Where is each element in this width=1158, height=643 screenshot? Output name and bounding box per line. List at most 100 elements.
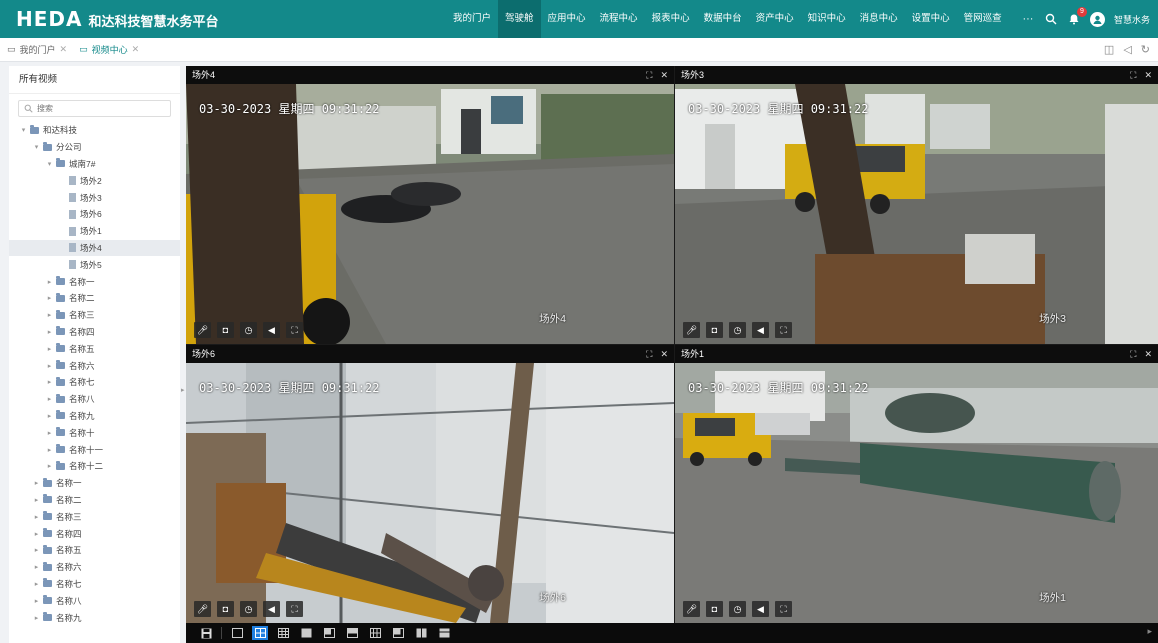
chevron-right-icon[interactable]: ▸ <box>32 597 41 605</box>
chevron-right-icon[interactable]: ▸ <box>45 429 54 437</box>
layout-2x2-icon[interactable] <box>252 626 268 640</box>
chevron-right-icon[interactable]: ▸ <box>32 530 41 538</box>
chevron-right-icon[interactable]: ▸ <box>32 614 41 622</box>
video-pane[interactable]: 场外4 ⛶ ✕ 03-30-2023 星期四 09:31:22 场外4 🎤︎ ◘… <box>186 66 674 344</box>
tree-item-folder[interactable]: ▸ 名称七 <box>9 576 180 593</box>
chevron-right-icon[interactable]: ▸ <box>45 345 54 353</box>
layout-3x3-icon[interactable] <box>275 626 291 640</box>
layout-1x1-icon[interactable] <box>229 626 245 640</box>
snapshot-icon[interactable]: ◘ <box>706 322 723 338</box>
nav-item[interactable]: 消息中心 <box>853 0 905 38</box>
layout-strip-icon[interactable] <box>436 626 452 640</box>
chevron-right-icon[interactable]: ▸ <box>45 378 54 386</box>
chevron-right-icon[interactable]: ▸ <box>45 328 54 336</box>
search-input[interactable] <box>37 104 167 113</box>
fullscreen-icon[interactable]: ⛶ <box>775 322 792 338</box>
tree-item-folder[interactable]: ▸ 名称十一 <box>9 441 180 458</box>
layout-icon[interactable]: ◫ <box>1104 43 1114 56</box>
layout-1plus7-icon[interactable] <box>344 626 360 640</box>
video-pane[interactable]: 场外3 ⛶ ✕ 03-30-2023 星期四 09:31:22 场外3 🎤︎ ◘… <box>675 66 1158 344</box>
video-pane[interactable]: 场外6 ⛶ ✕ 03-30-2023 星期四 09:31:22 场外6 🎤︎ ◘… <box>186 345 674 623</box>
chevron-right-icon[interactable]: ▸ <box>45 311 54 319</box>
chevron-right-icon[interactable]: ▸ <box>32 496 41 504</box>
tree-item-folder[interactable]: ▸ 名称五 <box>9 542 180 559</box>
volume-icon[interactable]: ◀︎ <box>263 601 280 617</box>
fullscreen-icon[interactable]: ⛶ <box>1130 345 1136 363</box>
tree-item-folder[interactable]: ▸ 名称一 <box>9 273 180 290</box>
tree-item-folder[interactable]: ▸ 名称六 <box>9 357 180 374</box>
tree-item-folder[interactable]: ▾ 城南7# <box>9 156 180 173</box>
tree-item-folder[interactable]: ▸ 名称一 <box>9 475 180 492</box>
avatar[interactable] <box>1089 11 1105 27</box>
chevron-right-icon[interactable]: ▸ <box>32 563 41 571</box>
chevron-right-icon[interactable]: ▸ <box>32 546 41 554</box>
volume-icon[interactable]: ◀︎ <box>263 322 280 338</box>
layout-1plus12-icon[interactable] <box>390 626 406 640</box>
nav-item[interactable]: 管网巡查 <box>957 0 1009 38</box>
search-box[interactable] <box>18 100 171 117</box>
tree-item-folder[interactable]: ▸ 名称十 <box>9 424 180 441</box>
chevron-right-icon[interactable]: ▸ <box>45 294 54 302</box>
chevron-right-icon[interactable]: ▸ <box>32 513 41 521</box>
close-icon[interactable]: ✕ <box>1144 345 1152 363</box>
refresh-icon[interactable]: ↻ <box>1141 43 1150 56</box>
close-icon[interactable]: ✕ <box>60 44 68 55</box>
fullscreen-icon[interactable]: ⛶ <box>775 601 792 617</box>
fullscreen-icon[interactable]: ⛶ <box>286 601 303 617</box>
layout-1plus5-icon[interactable] <box>321 626 337 640</box>
microphone-icon[interactable]: 🎤︎ <box>194 322 211 338</box>
tree-item-folder[interactable]: ▸ 名称二 <box>9 492 180 509</box>
tree-item-folder[interactable]: ▾ 和达科技 <box>9 122 180 139</box>
notification-bell-icon[interactable]: 9 <box>1067 7 1087 26</box>
chevron-right-icon[interactable]: ▸ <box>45 412 54 420</box>
volume-icon[interactable]: ◀︎ <box>752 322 769 338</box>
close-icon[interactable]: ✕ <box>1144 66 1152 84</box>
tree-item-folder[interactable]: ▸ 名称四 <box>9 525 180 542</box>
tree-item-camera[interactable]: 场外3 <box>9 189 180 206</box>
layout-2plus8-icon[interactable] <box>413 626 429 640</box>
volume-icon[interactable]: ◁ <box>1123 43 1131 56</box>
snapshot-icon[interactable]: ◘ <box>217 601 234 617</box>
chevron-right-icon[interactable]: ▸ <box>45 278 54 286</box>
record-icon[interactable]: ◷ <box>240 322 257 338</box>
chevron-down-icon[interactable]: ▾ <box>19 126 28 134</box>
record-icon[interactable]: ◷ <box>729 322 746 338</box>
nav-item[interactable]: 资产中心 <box>749 0 801 38</box>
tree-item-folder[interactable]: ▸ 名称七 <box>9 374 180 391</box>
tree-item-folder[interactable]: ▸ 名称二 <box>9 290 180 307</box>
expand-arrow-icon[interactable]: ▸ <box>1147 626 1152 637</box>
close-icon[interactable]: ✕ <box>660 66 668 84</box>
tree-item-folder[interactable]: ▸ 名称九 <box>9 408 180 425</box>
chevron-right-icon[interactable]: ▸ <box>32 479 41 487</box>
nav-item[interactable]: 应用中心 <box>541 0 593 38</box>
nav-item[interactable]: 数据中台 <box>697 0 749 38</box>
nav-item[interactable]: 知识中心 <box>801 0 853 38</box>
snapshot-icon[interactable]: ◘ <box>706 601 723 617</box>
tree-item-folder[interactable]: ▸ 名称三 <box>9 307 180 324</box>
tree-item-folder[interactable]: ▸ 名称五 <box>9 340 180 357</box>
tree-item-camera[interactable]: 场外6 <box>9 206 180 223</box>
close-icon[interactable]: ✕ <box>132 44 140 55</box>
username[interactable]: 智慧水务 <box>1114 13 1150 26</box>
fullscreen-icon[interactable]: ⛶ <box>286 322 303 338</box>
fullscreen-icon[interactable]: ⛶ <box>646 66 652 84</box>
nav-item[interactable]: 设置中心 <box>905 0 957 38</box>
close-icon[interactable]: ✕ <box>660 345 668 363</box>
chevron-right-icon[interactable]: ▸ <box>45 446 54 454</box>
tree-item-camera[interactable]: 场外5 <box>9 256 180 273</box>
save-icon[interactable] <box>198 626 214 640</box>
nav-item[interactable]: 报表中心 <box>645 0 697 38</box>
tree-item-camera[interactable]: 场外2 <box>9 172 180 189</box>
tree-item-folder[interactable]: ▸ 名称六 <box>9 559 180 576</box>
record-icon[interactable]: ◷ <box>240 601 257 617</box>
chevron-right-icon[interactable]: ▸ <box>45 395 54 403</box>
tree-item-camera[interactable]: 场外4 <box>9 239 180 257</box>
chevron-right-icon[interactable]: ▸ <box>32 580 41 588</box>
tree-item-camera[interactable]: 场外1 <box>9 223 180 240</box>
volume-icon[interactable]: ◀︎ <box>752 601 769 617</box>
tree-item-folder[interactable]: ▸ 名称三 <box>9 508 180 525</box>
tree-item-folder[interactable]: ▸ 名称十二 <box>9 458 180 475</box>
nav-item[interactable]: 我的门户 <box>446 0 498 38</box>
fullscreen-icon[interactable]: ⛶ <box>646 345 652 363</box>
microphone-icon[interactable]: 🎤︎ <box>683 601 700 617</box>
